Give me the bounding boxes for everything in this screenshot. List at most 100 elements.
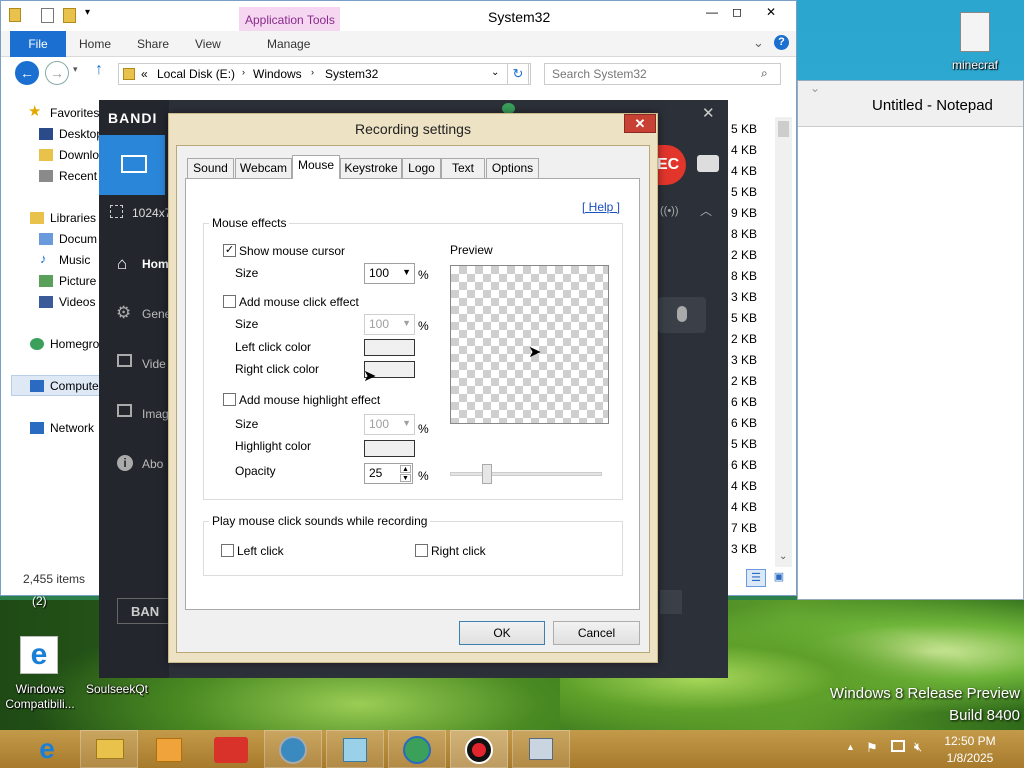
address-dropdown-icon[interactable]: ⌄ [491, 67, 499, 78]
spinner-up-icon[interactable]: ▲ [400, 465, 411, 473]
help-link[interactable]: [ Help ] [582, 200, 620, 214]
taskbar-explorer-button[interactable] [80, 730, 138, 768]
add-highlight-effect-checkbox[interactable] [223, 393, 236, 406]
tab-text[interactable]: Text [441, 158, 485, 178]
nav-computer[interactable]: Compute [50, 379, 99, 393]
taskbar-bandicam-button[interactable] [450, 730, 508, 768]
tab-mouse[interactable]: Mouse [292, 155, 340, 179]
network-tray-icon[interactable] [891, 740, 905, 752]
bandicam-menu-about[interactable]: Abo [142, 457, 163, 471]
recent-locations-icon[interactable]: ▾ [73, 64, 78, 75]
refresh-icon[interactable]: ↻ [507, 63, 529, 85]
tab-webcam[interactable]: Webcam [235, 158, 292, 178]
nav-libraries[interactable]: Libraries [50, 211, 96, 225]
click-size-label: Size [235, 317, 259, 331]
notepad-text-area[interactable] [800, 131, 1021, 596]
click-size-select[interactable]: 100 ▼ [364, 314, 415, 335]
preview-slider-thumb[interactable] [482, 464, 492, 484]
nav-documents[interactable]: Docum [59, 232, 97, 246]
taskbar-media-icon[interactable] [156, 738, 182, 762]
taskbar-notepad-button[interactable] [326, 730, 384, 768]
nav-videos[interactable]: Videos [59, 295, 95, 309]
microphone-button[interactable] [658, 297, 706, 333]
nav-network[interactable]: Network [50, 421, 94, 435]
clock-time[interactable]: 12:50 PM [940, 734, 1000, 748]
search-input[interactable]: Search System32 ⌕ [544, 63, 781, 85]
address-input[interactable]: « Local Disk (E:) › Windows › System32 ⌄ [118, 63, 531, 85]
left-click-sound-checkbox[interactable] [221, 544, 234, 557]
nav-pictures[interactable]: Picture [59, 274, 96, 288]
nav-downloads[interactable]: Downlo [59, 148, 99, 162]
cancel-button[interactable]: Cancel [553, 621, 640, 645]
highlight-color-swatch[interactable] [364, 440, 415, 457]
chevron-down-icon[interactable]: ⌄ [753, 35, 764, 51]
help-icon[interactable]: ? [774, 35, 789, 50]
broadcast-icon[interactable]: ((•)) [660, 205, 679, 217]
collapse-chevron-icon[interactable]: ︿ [700, 202, 712, 219]
nav-music[interactable]: Music [59, 253, 90, 267]
opacity-spinner[interactable]: 25 ▲ ▼ [364, 463, 413, 484]
left-click-color-label: Left click color [235, 340, 312, 354]
large-icons-view-icon[interactable]: ▣ [770, 569, 788, 587]
taskbar-app-button[interactable] [264, 730, 322, 768]
desktop-icon-windows-compatibility[interactable]: e Windows Compatibili... [0, 634, 80, 714]
details-view-icon[interactable]: ☰ [746, 569, 766, 587]
taskbar-ie-icon[interactable]: e [30, 732, 64, 766]
tab-sound[interactable]: Sound [187, 158, 234, 178]
notepad-window[interactable]: Untitled - Notepad ⌄ [797, 80, 1024, 600]
add-click-effect-checkbox[interactable] [223, 295, 236, 308]
ok-button[interactable]: OK [459, 621, 545, 645]
tab-logo[interactable]: Logo [402, 158, 441, 178]
show-hidden-icons-icon[interactable]: ▲ [846, 742, 855, 752]
new-folder-icon[interactable] [63, 8, 76, 23]
highlight-size-select[interactable]: 100 ▼ [364, 414, 415, 435]
quick-access-dropdown-icon[interactable]: ▾ [85, 7, 90, 18]
camera-icon[interactable] [697, 155, 719, 172]
tab-options[interactable]: Options [486, 158, 539, 178]
taskbar-app-icon[interactable] [214, 737, 248, 763]
folder-icon [9, 8, 21, 22]
tab-manage[interactable]: Manage [267, 37, 310, 51]
tab-view[interactable]: View [195, 37, 221, 51]
nav-homegroup[interactable]: Homegro [50, 337, 99, 351]
dialog-close-button[interactable]: ✕ [624, 114, 656, 133]
up-arrow-icon[interactable]: ↑ [95, 61, 103, 79]
spinner-down-icon[interactable]: ▼ [400, 474, 411, 482]
scroll-thumb[interactable] [778, 121, 789, 137]
clock-date[interactable]: 1/8/2025 [940, 751, 1000, 765]
taskbar-download-button[interactable] [388, 730, 446, 768]
nav-desktop[interactable]: Desktop [59, 127, 103, 141]
minimize-button[interactable]: — [698, 3, 726, 21]
action-center-flag-icon[interactable]: ⚑ [866, 740, 878, 756]
tab-share[interactable]: Share [137, 37, 169, 51]
bandicam-menu-video[interactable]: Vide [142, 357, 166, 371]
vertical-scrollbar[interactable]: ⌄ [775, 117, 792, 567]
desktop-icon-minecraf[interactable]: minecraf [944, 10, 1006, 76]
bandicam-menu-general[interactable]: Gene [142, 307, 171, 321]
right-click-sound-checkbox[interactable] [415, 544, 428, 557]
tab-home[interactable]: Home [79, 37, 111, 51]
breadcrumb-windows[interactable]: Windows [253, 67, 302, 81]
nav-recent[interactable]: Recent [59, 169, 97, 183]
left-click-color-swatch[interactable] [364, 339, 415, 356]
back-arrow-icon[interactable]: ← [15, 61, 39, 85]
close-button[interactable]: ✕ [753, 3, 789, 21]
tab-keystroke[interactable]: Keystroke [340, 158, 402, 178]
tab-file[interactable]: File [10, 31, 66, 57]
show-mouse-cursor-checkbox[interactable]: ✓ [223, 244, 236, 257]
scroll-down-arrow-icon[interactable]: ⌄ [779, 551, 787, 562]
maximize-button[interactable]: ◻ [723, 3, 751, 21]
cursor-size-select[interactable]: 100 ▼ [364, 263, 415, 284]
taskbar-window-button[interactable] [512, 730, 570, 768]
forward-arrow-icon[interactable]: → [45, 61, 69, 85]
screen-mode-button[interactable] [99, 135, 165, 195]
breadcrumb-system32[interactable]: System32 [325, 67, 378, 81]
breadcrumb-overflow[interactable]: « [141, 67, 148, 81]
nav-favorites[interactable]: Favorites [50, 106, 99, 120]
bandicam-menu-image[interactable]: Imag [142, 407, 169, 421]
breadcrumb-local-disk[interactable]: Local Disk (E:) [157, 67, 235, 81]
volume-muted-icon[interactable]: 🔇︎ [914, 739, 922, 755]
properties-icon[interactable] [41, 8, 54, 23]
bandicam-close-icon[interactable]: ✕ [702, 104, 715, 122]
bandicam-menu-home[interactable]: Hom [142, 257, 169, 271]
